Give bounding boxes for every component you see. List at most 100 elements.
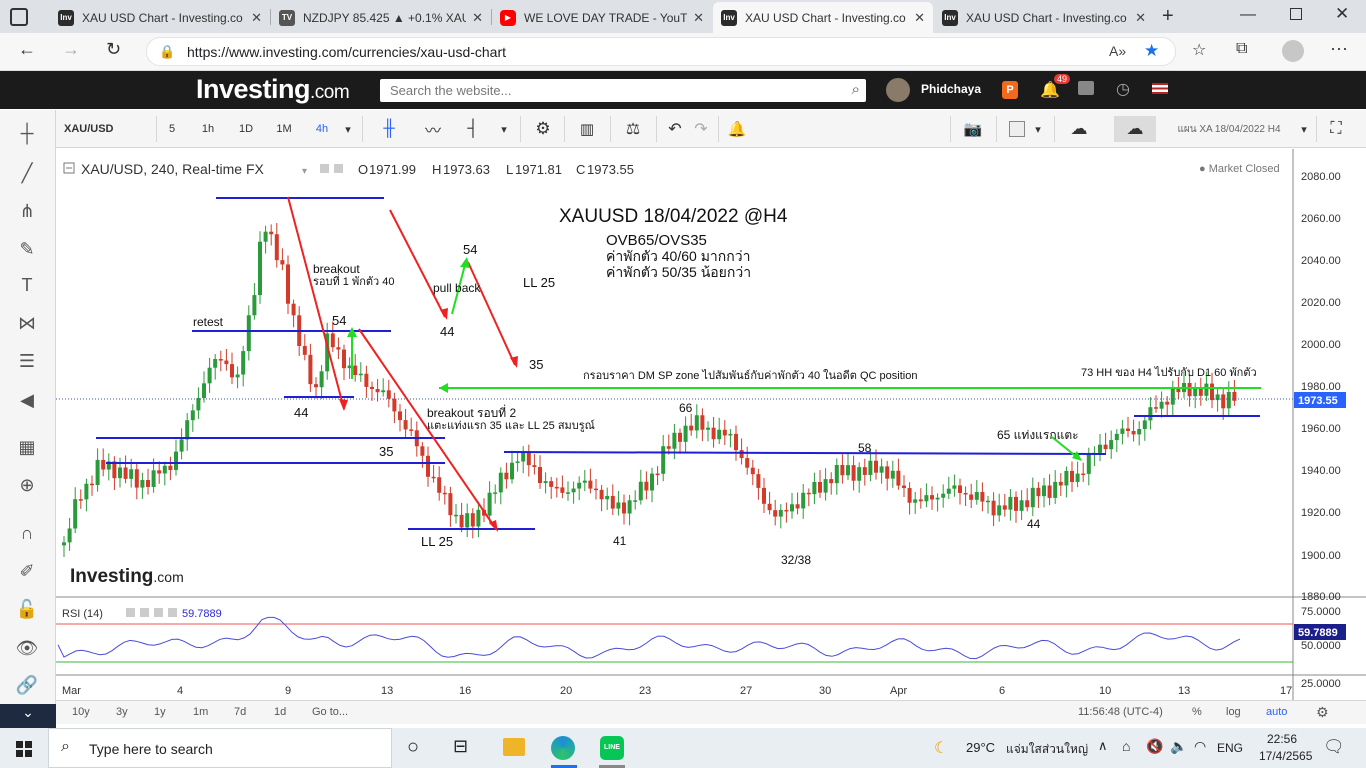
lock-drawings-icon[interactable]: ✐	[12, 556, 42, 586]
clock-time[interactable]: 22:56	[1267, 732, 1297, 746]
notifications-icon[interactable]: 🗨	[1323, 737, 1345, 757]
redo-icon[interactable]: ↷	[688, 118, 714, 140]
lock-icon[interactable]: 🔒	[159, 44, 175, 60]
candles-icon[interactable]: ╫	[374, 118, 404, 140]
close-tab-icon[interactable]: ✕	[693, 10, 704, 26]
goto-date[interactable]: Go to...	[312, 706, 348, 718]
browser-tab-5[interactable]: Inv XAU USD Chart - Investing.co ✕	[934, 2, 1154, 33]
compare-icon[interactable]: ⚖	[618, 118, 648, 140]
layout-dropdown-icon[interactable]: ▾	[1296, 118, 1312, 140]
scale-settings-icon[interactable]: ⚙	[1316, 704, 1329, 721]
wifi-icon[interactable]: ◠	[1194, 738, 1206, 755]
fullscreen-icon[interactable]: ⛶	[1318, 118, 1354, 140]
chart-type-dropdown-icon[interactable]: ▾	[496, 118, 512, 140]
taskbar-search[interactable]: ⌕ Type here to search	[48, 728, 392, 768]
profile-avatar[interactable]	[1282, 40, 1304, 62]
collapse-toolbar-icon[interactable]: ⌄	[0, 704, 56, 728]
favorite-star-icon[interactable]: ★	[1144, 41, 1159, 61]
people-icon[interactable]: ⌂	[1122, 738, 1130, 754]
refresh-icon[interactable]: ↻	[106, 39, 121, 60]
interval-5[interactable]: 5	[160, 118, 184, 140]
tab-actions-icon[interactable]	[10, 8, 28, 26]
clock-icon[interactable]: ◷	[1116, 79, 1130, 99]
color-dropdown-icon[interactable]: ▾	[1030, 118, 1046, 140]
favorites-icon[interactable]: ☆	[1192, 40, 1206, 60]
browser-tab-3[interactable]: ▶ WE LOVE DAY TRADE - YouTu ✕	[492, 2, 712, 33]
username[interactable]: Phidchaya	[921, 82, 981, 96]
range-7d[interactable]: 7d	[234, 706, 246, 718]
crosshair-icon[interactable]: ┼	[12, 118, 42, 148]
url-text[interactable]: https://www.investing.com/currencies/xau…	[187, 44, 506, 60]
back-icon[interactable]: ←	[18, 39, 36, 60]
collections-icon[interactable]: ⧉	[1236, 40, 1247, 58]
search-icon[interactable]: ⌕	[852, 81, 860, 98]
language-indicator[interactable]: ENG	[1217, 741, 1243, 755]
close-tab-icon[interactable]: ✕	[914, 10, 925, 26]
prediction-icon[interactable]: ☰	[12, 346, 42, 376]
snapshot-camera-icon[interactable]: 📷	[958, 118, 988, 140]
file-explorer-icon[interactable]	[503, 738, 525, 756]
auto-toggle[interactable]: auto	[1266, 706, 1287, 718]
site-search-input[interactable]: Search the website... ⌕	[380, 79, 866, 102]
brush-icon[interactable]: ✎	[12, 234, 42, 264]
forward-icon[interactable]: →	[62, 39, 80, 60]
lock-icon[interactable]: 🔓	[12, 594, 42, 624]
windows-start-icon[interactable]	[16, 741, 32, 757]
minimize-icon[interactable]: —	[1240, 6, 1256, 24]
close-tab-icon[interactable]: ✕	[472, 10, 483, 26]
pitchfork-icon[interactable]: ⋔	[12, 196, 42, 226]
browser-tab-1[interactable]: Inv XAU USD Chart - Investing.co ✕	[50, 2, 270, 33]
zoom-in-icon[interactable]: ⊕	[12, 470, 42, 500]
browser-tab-2[interactable]: TV NZDJPY 85.425 ▲ +0.1% XAU ✕	[271, 2, 491, 33]
range-3y[interactable]: 3y	[116, 706, 128, 718]
cloud-load-icon[interactable]: ☁	[1114, 116, 1156, 142]
range-1m[interactable]: 1m	[193, 706, 208, 718]
mute-icon[interactable]: 🔇	[1146, 738, 1163, 755]
volume-icon[interactable]: 🔈	[1170, 738, 1187, 755]
investing-logo[interactable]: Investing.com	[196, 74, 350, 105]
settings-gear-icon[interactable]: ⚙	[528, 118, 558, 140]
line-app-icon[interactable]: LINE	[600, 736, 624, 760]
interval-1h[interactable]: 1h	[194, 118, 222, 140]
user-avatar[interactable]	[886, 78, 910, 102]
close-window-icon[interactable]: ✕	[1335, 4, 1349, 24]
pattern-icon[interactable]: ⋈	[12, 308, 42, 338]
read-aloud-icon[interactable]: A»	[1109, 43, 1126, 59]
portfolio-icon[interactable]	[1078, 81, 1094, 95]
measure-icon[interactable]: ▦	[12, 432, 42, 462]
eye-icon[interactable]: 👁	[12, 633, 42, 663]
weather-moon-icon[interactable]: ☾	[934, 738, 948, 758]
layout-name[interactable]: แผน XA 18/04/2022 H4	[1162, 118, 1296, 140]
symbol-field[interactable]: XAU/USD	[60, 118, 156, 140]
back-arrow-icon[interactable]: ◀	[12, 385, 42, 415]
clock-date[interactable]: 17/4/2565	[1259, 749, 1312, 763]
chart-canvas[interactable]: 2080.00 2060.00 2040.00 2020.00 2000.00 …	[56, 149, 1366, 700]
percent-toggle[interactable]: %	[1192, 706, 1202, 718]
url-field[interactable]: 🔒 https://www.investing.com/currencies/x…	[146, 37, 1176, 66]
link-icon[interactable]: 🔗	[12, 670, 42, 700]
magnet-icon[interactable]: ∩	[12, 518, 42, 548]
trend-line-icon[interactable]: ╱	[12, 158, 42, 188]
interval-dropdown-icon[interactable]: ▾	[340, 118, 356, 140]
us-flag-icon[interactable]	[1152, 83, 1168, 94]
price-chart[interactable]: 2080.00 2060.00 2040.00 2020.00 2000.00 …	[56, 149, 1366, 700]
cloud-save-icon[interactable]: ☁	[1062, 118, 1096, 140]
undo-icon[interactable]: ↶	[662, 118, 688, 140]
weather-text[interactable]: แจ่มใสส่วนใหญ่	[1006, 740, 1088, 759]
browser-tab-4-active[interactable]: Inv XAU USD Chart - Investing.co ✕	[713, 2, 933, 33]
task-view-icon[interactable]: ⊟	[453, 736, 468, 757]
interval-1d[interactable]: 1D	[232, 118, 260, 140]
interval-1m[interactable]: 1M	[270, 118, 298, 140]
edge-icon[interactable]	[551, 736, 575, 760]
range-1y[interactable]: 1y	[154, 706, 166, 718]
chevron-up-icon[interactable]: ∧	[1098, 738, 1108, 754]
close-tab-icon[interactable]: ✕	[251, 10, 262, 26]
cortana-icon[interactable]: ○	[407, 736, 419, 759]
new-tab-icon[interactable]: +	[1162, 5, 1174, 28]
indicators-icon[interactable]: ▥	[572, 118, 602, 140]
pro-badge-icon[interactable]: P	[1002, 81, 1018, 99]
area-chart-icon[interactable]: 〰	[418, 118, 448, 140]
interval-4h-active[interactable]: 4h	[308, 118, 336, 140]
restore-icon[interactable]	[1290, 8, 1302, 20]
chart-legend-title[interactable]: XAU/USD, 240, Real-time FX	[81, 161, 264, 177]
